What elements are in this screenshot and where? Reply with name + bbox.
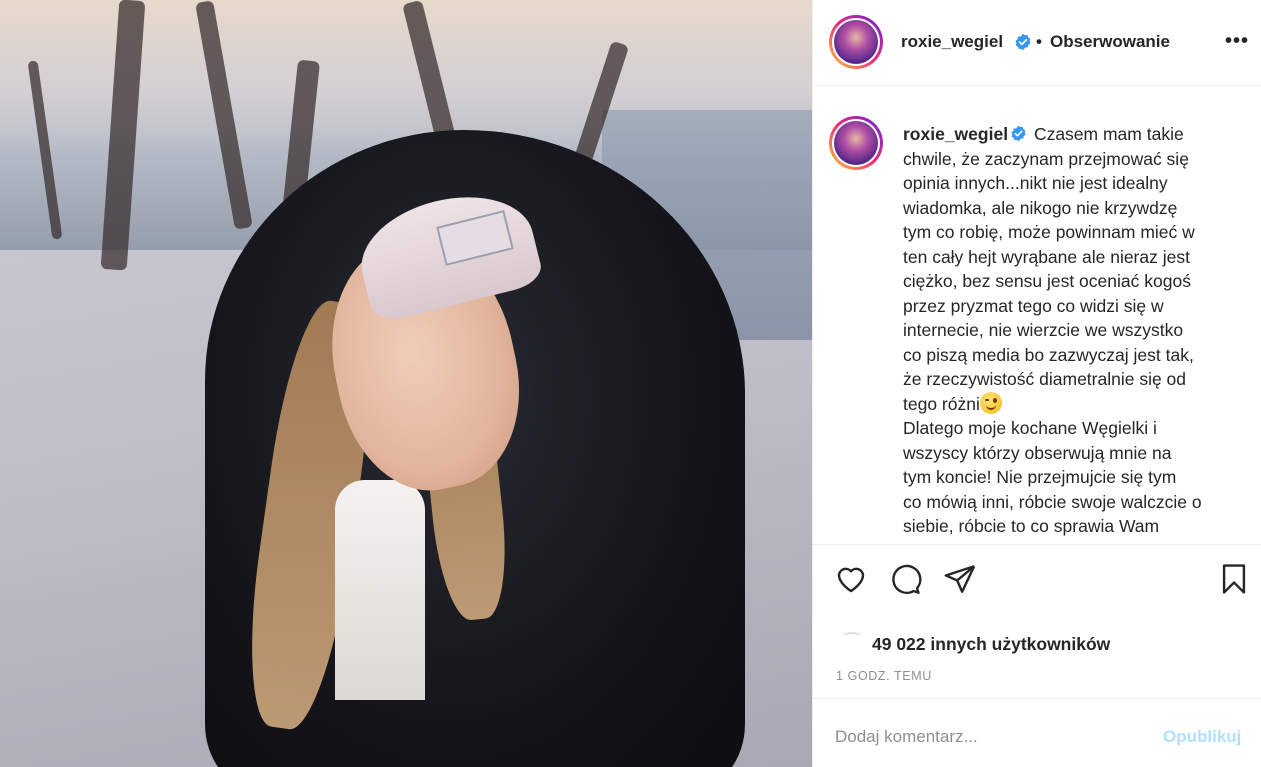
paper-plane-icon[interactable] <box>943 562 977 596</box>
likes-count[interactable]: 49 022 innych użytkowników <box>872 634 1110 655</box>
winking-face-emoji-icon <box>979 391 1002 414</box>
caption-text: tym koncie! Nie przejmujcie się tym <box>903 467 1177 487</box>
separator-dot: • <box>1036 32 1042 51</box>
post-timestamp[interactable]: 1 GODZ. TEMU <box>836 669 932 683</box>
caption-text: Czasem mam takie <box>1033 124 1184 144</box>
comment-icon[interactable] <box>888 562 922 596</box>
comment-input[interactable]: Dodaj komentarz... <box>835 727 978 747</box>
caption-text: co mówią inni, róbcie swoje walczcie o <box>903 491 1202 512</box>
header-username[interactable]: roxie_wegiel <box>901 32 1003 52</box>
avatar-image <box>834 20 878 64</box>
caption-text: wiadomka, ale nikogo nie krzywdzę <box>903 197 1178 218</box>
post-header: roxie_wegiel • Obserwowanie ••• <box>813 0 1261 86</box>
post-caption: roxie_wegiel Czasem mam takie chwile, że… <box>903 122 1238 539</box>
bookmark-icon[interactable] <box>1217 562 1251 596</box>
heart-icon[interactable] <box>834 562 868 596</box>
comment-bar: Dodaj komentarz... Opublikuj <box>813 698 1261 767</box>
caption-text: ciężko, bez sensu jest oceniać kogoś <box>903 271 1191 291</box>
liker-avatar <box>843 632 861 640</box>
following-button[interactable]: Obserwowanie <box>1050 32 1170 52</box>
caption-text: opinia innych...nikt nie jest idealny <box>903 173 1168 193</box>
caption-text: Dlatego moje kochane Węgielki i <box>903 418 1157 438</box>
caption-text: tego różni <box>903 393 980 414</box>
verified-badge-icon <box>1011 126 1026 142</box>
caption-text: internecie, nie wierzcie we wszystko <box>903 320 1184 340</box>
caption-text: wszyscy którzy obserwują mnie na <box>903 442 1172 463</box>
caption-text: przez pryzmat tego co widzi się w <box>903 295 1164 316</box>
caption-text: ten cały hejt wyrąbane ale nieraz jest <box>903 246 1190 267</box>
caption-avatar[interactable] <box>829 116 883 170</box>
caption-text: że rzeczywistość diametralnie się od <box>903 369 1187 389</box>
post-actions-bar <box>813 544 1261 612</box>
caption-username[interactable]: roxie_wegiel <box>903 124 1008 144</box>
caption-text: co piszą media bo zazwyczaj jest tak, <box>903 344 1194 365</box>
avatar-image <box>834 121 878 165</box>
post-photo[interactable] <box>0 0 812 767</box>
caption-line-with-emoji: tego różni <box>903 391 1238 417</box>
post-side-panel: roxie_wegiel • Obserwowanie ••• roxie_we… <box>812 0 1261 767</box>
caption-area[interactable]: roxie_wegiel Czasem mam takie chwile, że… <box>813 100 1261 544</box>
likes-row[interactable]: 49 022 innych użytkowników <box>813 628 1261 660</box>
verified-badge-icon <box>1015 33 1031 51</box>
publish-button[interactable]: Opublikuj <box>1163 727 1241 747</box>
avatar[interactable] <box>829 15 883 69</box>
caption-first-line: roxie_wegiel Czasem mam takie <box>903 122 1238 147</box>
caption-text: chwile, że zaczynam przejmować się <box>903 148 1189 169</box>
caption-text: siebie, róbcie to co sprawia Wam <box>903 516 1160 536</box>
more-options-icon[interactable]: ••• <box>1225 30 1249 53</box>
caption-text: tym co robię, może powinnam mieć w <box>903 222 1195 242</box>
photo-sweater <box>335 480 425 700</box>
